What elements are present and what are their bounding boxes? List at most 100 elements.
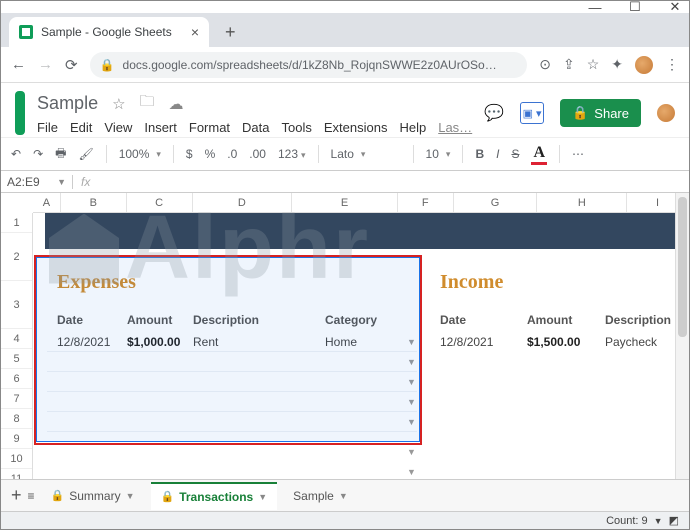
name-box[interactable]: A2:E9▼	[1, 175, 73, 189]
menu-view[interactable]: View	[104, 120, 132, 135]
chevron-down-icon[interactable]: ▼	[258, 492, 267, 502]
selection-count[interactable]: Count: 9	[606, 515, 648, 527]
window-maximize[interactable]: ☐	[627, 0, 643, 15]
cell-inc-desc[interactable]: Paycheck	[605, 335, 657, 349]
menu-edit[interactable]: Edit	[70, 120, 92, 135]
undo-icon[interactable]: ↶	[11, 147, 21, 161]
browser-tab[interactable]: Sample - Google Sheets ×	[9, 17, 209, 47]
star-icon[interactable]: ☆	[112, 95, 125, 113]
toolbar-more[interactable]: ⋯	[572, 147, 584, 161]
dec-increase[interactable]: .00	[249, 147, 266, 161]
cell-exp-amount[interactable]: $1,000.00	[127, 335, 180, 349]
document-title[interactable]: Sample	[37, 93, 98, 114]
explore-icon[interactable]: ◩	[669, 514, 679, 527]
spreadsheet-grid[interactable]: ABCDEFGHI 123456789101112 Expenses Date …	[1, 193, 689, 499]
sheet-tab-sample[interactable]: Sample ▼	[283, 483, 358, 509]
chevron-down-icon[interactable]: ▼	[339, 491, 348, 501]
row-header[interactable]: 5	[1, 349, 32, 369]
last-edit[interactable]: Las…	[438, 120, 472, 135]
column-header[interactable]: F	[398, 193, 454, 212]
share-button[interactable]: 🔒 Share	[560, 99, 641, 127]
column-header[interactable]: A	[33, 193, 61, 212]
reload-icon[interactable]: ⟳	[65, 56, 78, 74]
chevron-down-icon[interactable]: ▼	[126, 491, 135, 501]
italic-button[interactable]: I	[496, 147, 499, 161]
cell-inc-date[interactable]: 12/8/2021	[440, 335, 493, 349]
print-icon[interactable]: 🖶	[55, 144, 66, 165]
new-tab-button[interactable]: +	[217, 18, 244, 47]
add-sheet-button[interactable]: +	[11, 485, 22, 506]
chevron-down-icon[interactable]: ▼	[654, 516, 663, 526]
close-icon[interactable]: ×	[191, 24, 199, 40]
menu-help[interactable]: Help	[399, 120, 426, 135]
dropdown-icon[interactable]: ▼	[407, 447, 416, 457]
window-close[interactable]: ✕	[667, 0, 683, 15]
column-header[interactable]: G	[454, 193, 538, 212]
present-button[interactable]: ▣ ▾	[520, 102, 544, 124]
cell-inc-amount[interactable]: $1,500.00	[527, 335, 580, 349]
all-sheets-button[interactable]: ≡	[28, 489, 35, 503]
dropdown-icon[interactable]: ▼	[407, 357, 416, 367]
zoom-select[interactable]: 100%	[119, 147, 161, 161]
status-bar: Count: 9 ▼ ◩	[1, 511, 689, 529]
formula-bar[interactable]: fx	[73, 175, 98, 189]
menu-data[interactable]: Data	[242, 120, 269, 135]
column-header[interactable]: E	[292, 193, 398, 212]
menu-file[interactable]: File	[37, 120, 58, 135]
profile-avatar-icon[interactable]	[635, 56, 653, 74]
percent-button[interactable]: %	[205, 147, 216, 161]
sheet-tab-summary[interactable]: 🔒 Summary ▼	[41, 483, 145, 509]
dropdown-icon[interactable]: ▼	[407, 467, 416, 477]
cell-exp-date[interactable]: 12/8/2021	[57, 335, 110, 349]
row-header[interactable]: 6	[1, 369, 32, 389]
address-bar[interactable]: 🔒 docs.google.com/spreadsheets/d/1kZ8Nb_…	[90, 52, 528, 78]
font-size-select[interactable]: 10	[426, 147, 451, 161]
font-select[interactable]: Lato	[331, 147, 401, 161]
currency-button[interactable]: $	[186, 147, 193, 161]
search-omnibox-icon[interactable]: ⊙	[539, 56, 551, 73]
menu-tools[interactable]: Tools	[282, 120, 312, 135]
extensions-icon[interactable]: ✦	[611, 56, 623, 73]
share-page-icon[interactable]: ⇪	[563, 56, 575, 73]
text-color-button[interactable]: A	[531, 144, 547, 165]
menu-format[interactable]: Format	[189, 120, 230, 135]
column-header[interactable]: H	[537, 193, 627, 212]
back-icon[interactable]: ←	[11, 56, 26, 73]
column-header[interactable]: C	[127, 193, 193, 212]
account-avatar-icon[interactable]	[657, 104, 675, 122]
move-icon[interactable]: 🗀	[140, 91, 155, 116]
dropdown-icon[interactable]: ▼	[407, 397, 416, 407]
vertical-scrollbar[interactable]	[675, 193, 689, 499]
paint-format-icon[interactable]: 🖌	[78, 147, 93, 161]
dropdown-icon[interactable]: ▼	[407, 417, 416, 427]
cloud-status-icon[interactable]: ☁	[169, 95, 184, 113]
dropdown-icon[interactable]: ▼	[407, 337, 416, 347]
comments-icon[interactable]: 💬	[484, 103, 504, 123]
row-header[interactable]: 7	[1, 389, 32, 409]
row-header[interactable]: 2	[1, 233, 32, 281]
column-header[interactable]: B	[61, 193, 127, 212]
sheet-tab-transactions[interactable]: 🔒 Transactions ▼	[151, 482, 278, 510]
window-minimize[interactable]: —	[587, 0, 603, 15]
browser-menu-icon[interactable]: ⋮	[665, 56, 679, 73]
row-header[interactable]: 1	[1, 213, 32, 233]
row-header[interactable]: 4	[1, 329, 32, 349]
row-header[interactable]: 8	[1, 409, 32, 429]
row-header[interactable]: 10	[1, 449, 32, 469]
row-header[interactable]: 3	[1, 281, 32, 329]
number-format-select[interactable]: 123	[278, 147, 306, 161]
bookmark-icon[interactable]: ☆	[587, 56, 600, 73]
menu-extensions[interactable]: Extensions	[324, 120, 388, 135]
redo-icon[interactable]: ↷	[33, 147, 43, 161]
forward-icon[interactable]: →	[38, 56, 53, 73]
row-header[interactable]: 9	[1, 429, 32, 449]
column-header[interactable]: D	[193, 193, 293, 212]
sheets-logo-icon[interactable]	[15, 91, 25, 135]
cell-exp-cat[interactable]: Home	[325, 335, 357, 349]
dropdown-icon[interactable]: ▼	[407, 377, 416, 387]
menu-insert[interactable]: Insert	[144, 120, 177, 135]
dec-decrease[interactable]: .0	[227, 147, 237, 161]
bold-button[interactable]: B	[475, 147, 484, 161]
cell-exp-desc[interactable]: Rent	[193, 335, 218, 349]
strike-button[interactable]: S	[511, 147, 519, 161]
